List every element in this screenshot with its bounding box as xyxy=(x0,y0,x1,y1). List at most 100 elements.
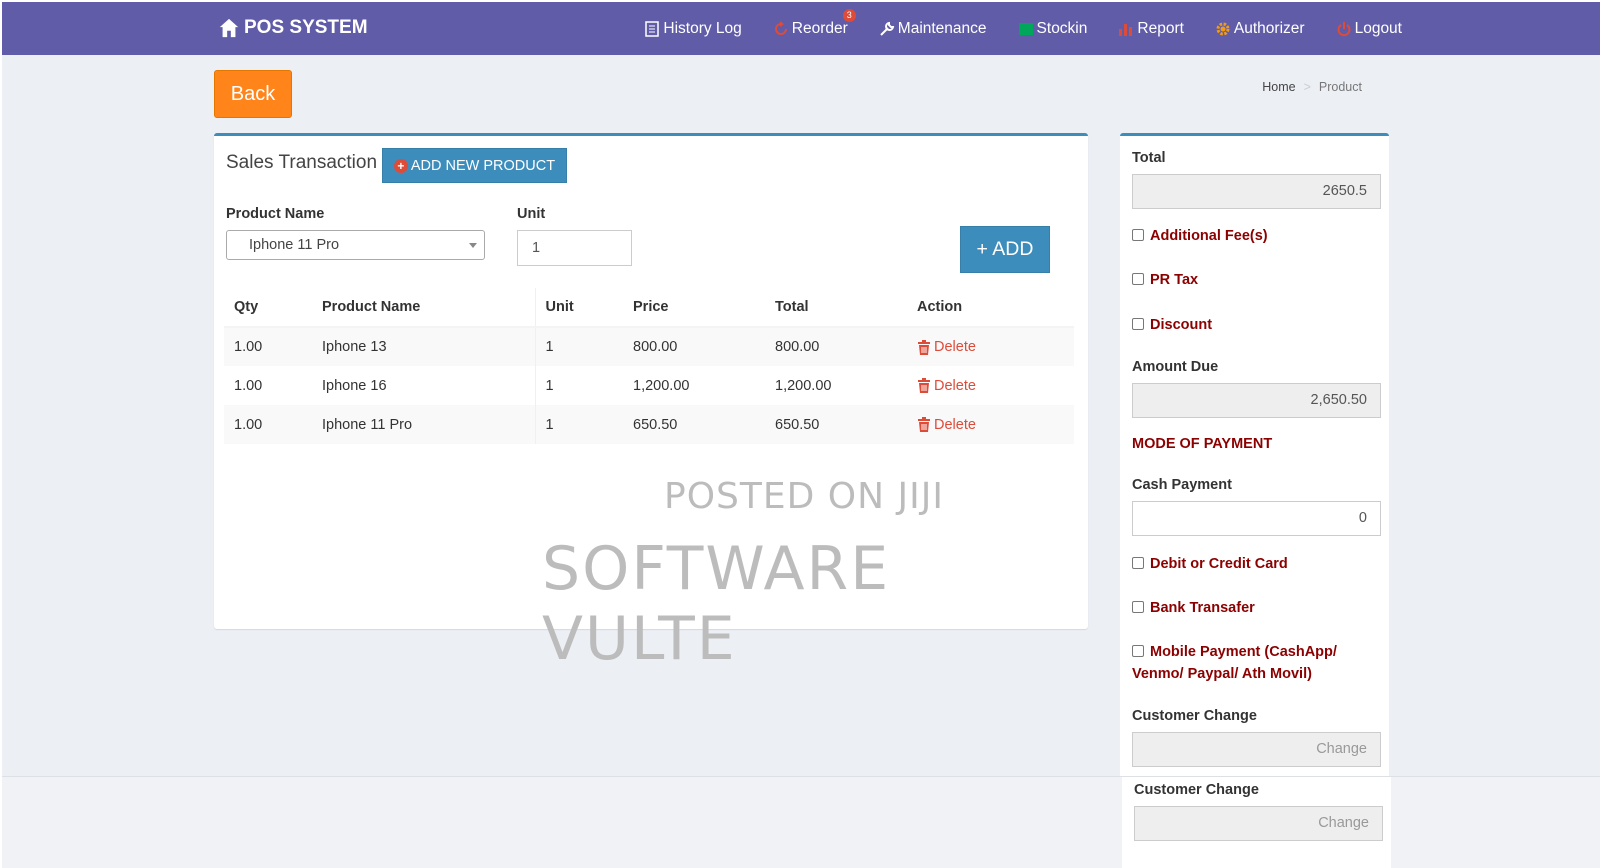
product-cell: Iphone 13 xyxy=(322,339,387,355)
cash-payment-input[interactable]: 0 xyxy=(1132,501,1381,536)
nav-label: Report xyxy=(1137,19,1184,37)
delete-label: Delete xyxy=(934,377,976,394)
plus-circle-icon: + xyxy=(393,158,408,173)
footer: Customer Change Change xyxy=(2,776,1600,868)
mobile-payment-checkbox[interactable]: Mobile Payment (CashApp/ xyxy=(1132,641,1337,663)
watermark-line1: POSTED ON JIJI xyxy=(664,476,944,517)
power-icon xyxy=(1337,21,1351,36)
add-new-product-label: ADD NEW PRODUCT xyxy=(410,157,556,174)
checkbox-box[interactable] xyxy=(1132,273,1144,285)
cash-payment-label: Cash Payment xyxy=(1132,477,1232,493)
table-header-row: Qty Product Name Unit Price Total Action xyxy=(224,288,1074,328)
checkbox-box[interactable] xyxy=(1132,318,1144,330)
price-cell: 1,200.00 xyxy=(633,377,690,394)
card-payment-checkbox[interactable]: Debit or Credit Card xyxy=(1132,553,1288,575)
customer-change-label: Customer Change xyxy=(1132,708,1257,724)
chevron-down-icon xyxy=(469,243,477,248)
unit-cell: 1 xyxy=(534,327,623,366)
delete-button[interactable]: Delete xyxy=(917,417,1074,433)
table-row: 1.00 Iphone 13 1 800.00 800.00 Delete xyxy=(224,327,1074,366)
delete-label: Delete xyxy=(934,416,976,433)
unit-cell: 1 xyxy=(534,405,623,444)
reorder-count-badge: 3 xyxy=(842,8,856,22)
breadcrumb-current: Product xyxy=(1318,80,1362,94)
price-cell: 800.00 xyxy=(633,339,678,355)
checkbox-label: PR Tax xyxy=(1150,272,1199,288)
wrench-icon xyxy=(880,21,894,36)
action-cell: Delete xyxy=(907,327,1074,366)
total-label: Total xyxy=(1132,150,1166,166)
brand-title: POS SYSTEM xyxy=(244,17,368,38)
nav-label: Authorizer xyxy=(1233,19,1305,37)
footer-change-placeholder: Change xyxy=(1318,815,1369,831)
delete-button[interactable]: Delete xyxy=(917,378,1074,394)
checkbox-label: Mobile Payment (CashApp/ xyxy=(1150,644,1337,660)
checkbox-label: Additional Fee(s) xyxy=(1150,228,1268,244)
checkbox-label: Discount xyxy=(1150,317,1213,333)
total-field: 2650.5 xyxy=(1132,174,1381,209)
home-icon xyxy=(219,18,239,38)
nav-stockin[interactable]: Stockin xyxy=(1018,20,1087,38)
action-cell: Delete xyxy=(907,405,1074,444)
add-new-product-button[interactable]: + ADD NEW PRODUCT xyxy=(382,148,567,183)
back-button[interactable]: Back xyxy=(214,70,292,118)
product-cell: Iphone 16 xyxy=(322,377,387,394)
delete-button[interactable]: Delete xyxy=(917,339,1074,355)
additional-fees-checkbox[interactable]: Additional Fee(s) xyxy=(1132,225,1268,247)
total-cell: 1,200.00 xyxy=(775,377,832,394)
pr-tax-checkbox[interactable]: PR Tax xyxy=(1132,269,1198,291)
nav-label: Reorder xyxy=(791,19,848,37)
customer-change-field: Change xyxy=(1132,732,1381,767)
unit-input[interactable]: 1 xyxy=(517,230,632,266)
column-header: Product Name xyxy=(312,288,535,328)
bar-chart-icon xyxy=(1119,23,1133,36)
nav-maintenance[interactable]: Maintenance xyxy=(879,20,987,38)
add-item-button[interactable]: + ADD xyxy=(960,226,1050,273)
product-select-value: Iphone 11 Pro xyxy=(249,237,340,253)
checkbox-box[interactable] xyxy=(1132,601,1144,613)
checkbox-box[interactable] xyxy=(1132,229,1144,241)
breadcrumb-home[interactable]: Home xyxy=(1262,80,1295,94)
checkbox-label: Debit or Credit Card xyxy=(1150,556,1288,572)
bank-transfer-checkbox[interactable]: Bank Transafer xyxy=(1132,597,1255,619)
panel-title: Sales Transaction xyxy=(226,152,378,173)
nav-history-log[interactable]: History Log xyxy=(644,19,742,38)
gear-icon xyxy=(1216,22,1230,35)
product-select[interactable]: Iphone 11 Pro xyxy=(226,230,485,260)
trash-icon xyxy=(918,339,930,355)
nav-report[interactable]: Report xyxy=(1118,20,1184,38)
nav-label: History Log xyxy=(663,19,742,37)
unit-cell: 1 xyxy=(534,366,623,405)
delete-label: Delete xyxy=(934,339,976,355)
brand[interactable]: POS SYSTEM xyxy=(218,17,368,39)
checkbox-label: Bank Transafer xyxy=(1150,600,1255,616)
customer-change-placeholder: Change xyxy=(1316,741,1367,757)
nav-authorizer[interactable]: Authorizer xyxy=(1215,20,1305,38)
sales-transaction-panel: Sales Transaction + ADD NEW PRODUCT Prod… xyxy=(214,133,1088,674)
breadcrumb: Home > Product xyxy=(1262,80,1362,94)
trash-icon xyxy=(918,417,930,432)
watermark-line2: SOFTWARE VULTE xyxy=(542,534,891,674)
checkbox-label: Venmo/ Paypal/ Ath Movil) xyxy=(1132,666,1312,682)
list-icon xyxy=(645,20,660,37)
action-cell: Delete xyxy=(907,366,1074,405)
product-name-label: Product Name xyxy=(226,206,325,222)
checkbox-box[interactable] xyxy=(1132,557,1144,569)
price-cell: 650.50 xyxy=(633,416,678,433)
footer-change-panel: Customer Change Change xyxy=(1122,777,1391,868)
trash-icon xyxy=(918,378,930,393)
mobile-payment-label-line2: Venmo/ Paypal/ Ath Movil) xyxy=(1132,663,1312,685)
table-row: 1.00 Iphone 16 1 1,200.00 1,200.00 Delet… xyxy=(224,366,1074,405)
footer-customer-change-field: Change xyxy=(1134,806,1383,841)
discount-checkbox[interactable]: Discount xyxy=(1132,314,1212,336)
refresh-icon xyxy=(774,20,787,35)
nav-reorder[interactable]: Reorder 3 xyxy=(773,8,856,38)
nav-menu: History Log Reorder 3 Maintenance Stocki… xyxy=(613,2,1402,55)
amount-due-label: Amount Due xyxy=(1132,359,1219,375)
checkbox-box[interactable] xyxy=(1132,645,1144,657)
box-icon xyxy=(1018,22,1033,35)
product-cell: Iphone 11 Pro xyxy=(322,416,413,433)
nav-logout[interactable]: Logout xyxy=(1336,20,1402,38)
total-cell: 800.00 xyxy=(775,339,820,355)
breadcrumb-separator: > xyxy=(1303,80,1311,94)
